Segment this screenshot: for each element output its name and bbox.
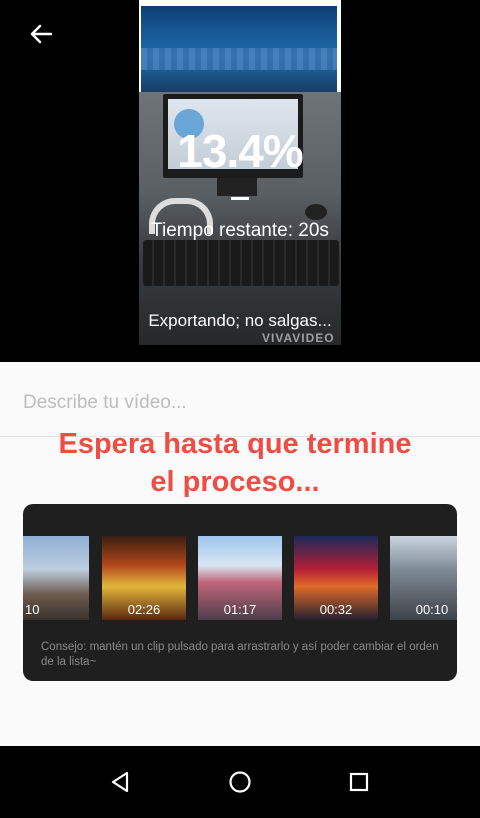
export-progress-percent: 13.4% <box>177 125 303 177</box>
nav-recents-button[interactable] <box>339 766 379 798</box>
app-watermark: VIVAVIDEO <box>262 331 335 345</box>
wait-message: Espera hasta que termine el proceso... <box>0 425 470 501</box>
export-status: Exportando; no salgas... <box>148 311 332 330</box>
clip-duration: 00:10 <box>415 602 449 617</box>
clip-duration: 10 <box>25 602 40 617</box>
clip-thumbnail[interactable]: 00:32 <box>294 536 378 620</box>
nav-back-button[interactable] <box>100 766 140 798</box>
square-recents-icon <box>349 772 369 792</box>
reorder-tip: Consejo: mantén un clip pulsado para arr… <box>41 641 439 668</box>
system-navigation-bar <box>0 746 480 818</box>
wait-message-line-2: el proceso... <box>150 466 320 498</box>
clip-thumbnail[interactable]: 02:26 <box>102 536 186 620</box>
nav-home-button[interactable] <box>220 766 260 798</box>
triangle-back-icon <box>111 771 129 793</box>
clip-duration: 02:26 <box>127 602 161 617</box>
clip-list-panel: 10 02:26 01:17 00:32 00:10 Consejo: mant… <box>23 504 457 681</box>
clip-duration: 01:17 <box>223 602 257 617</box>
preview-photo-window <box>141 6 337 92</box>
circle-home-icon <box>229 771 251 793</box>
progress-indicator <box>231 197 249 200</box>
back-button[interactable] <box>24 20 58 48</box>
wait-message-line-1: Espera hasta que termine <box>58 428 412 460</box>
time-remaining: Tiempo restante: 20s <box>151 220 329 241</box>
clip-thumbnail[interactable]: 01:17 <box>198 536 282 620</box>
clip-duration: 00:32 <box>319 602 353 617</box>
video-description-input[interactable] <box>23 389 453 417</box>
clip-thumbnail[interactable]: 00:10 <box>390 536 457 620</box>
clip-thumbnail[interactable]: 10 <box>23 536 89 620</box>
arrow-left-icon <box>30 24 52 44</box>
